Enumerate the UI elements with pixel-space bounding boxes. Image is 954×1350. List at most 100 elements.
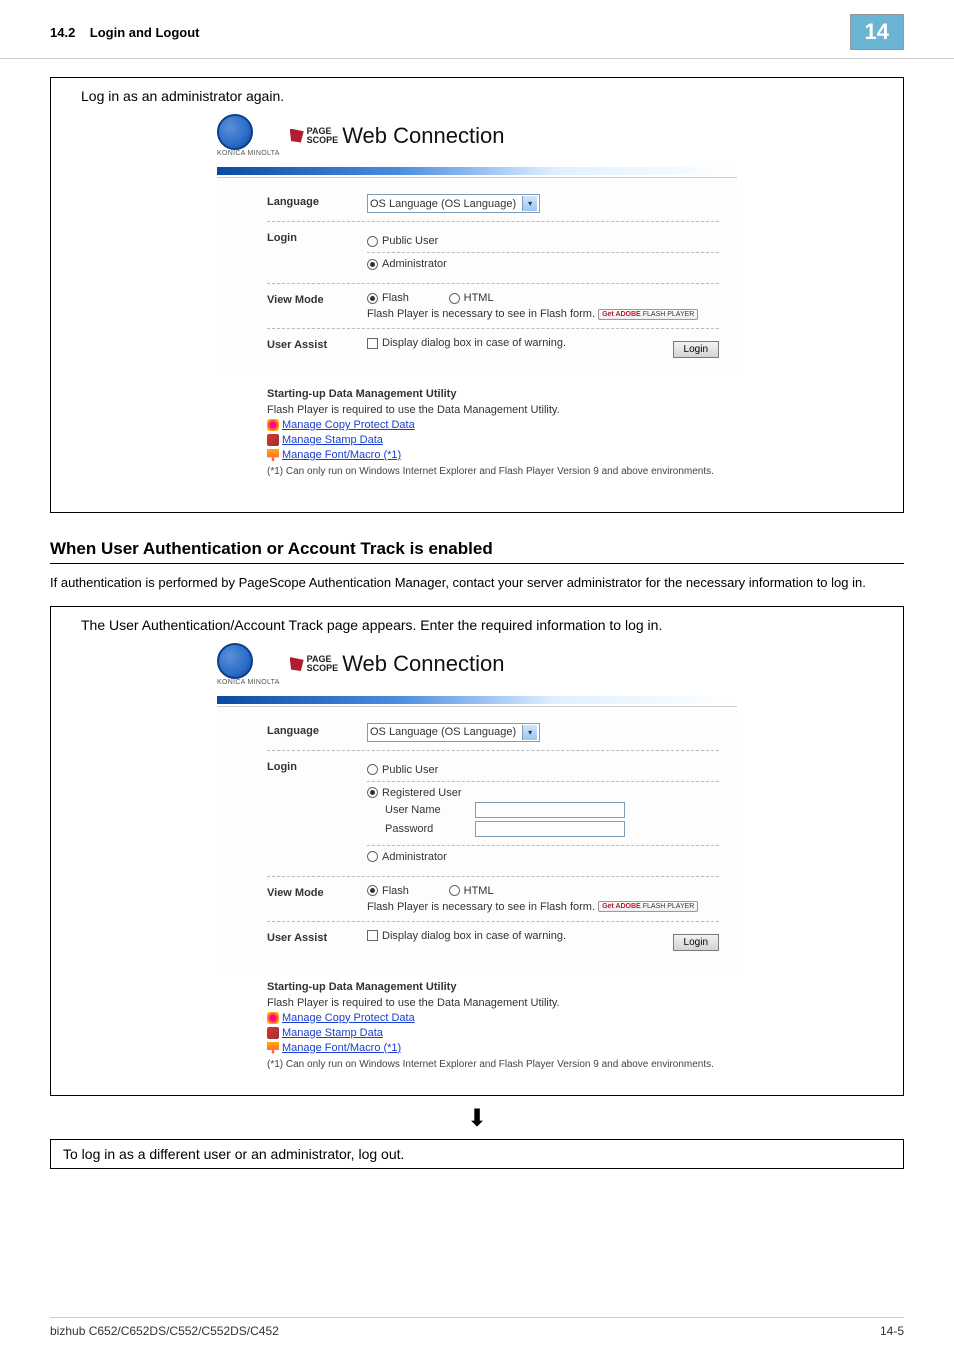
checkbox-icon <box>367 338 378 349</box>
public-user-option[interactable]: Public User <box>367 759 719 782</box>
user-assist-row: User Assist Display dialog box in case o… <box>267 329 719 366</box>
section-title: Login and Logout <box>90 25 200 40</box>
user-assist-label: User Assist <box>267 337 367 351</box>
brand-text: PAGESCOPE Web Connection <box>290 651 505 677</box>
form-block-2: Language OS Language (OS Language) ▾ Log… <box>217 707 737 969</box>
adobe-badge[interactable]: Get ADOBEFLASH PLAYER <box>598 309 698 320</box>
checkbox-icon <box>367 930 378 941</box>
admin-login-box: Log in as an administrator again. KONICA… <box>50 77 904 513</box>
gradient-bar <box>217 167 737 175</box>
wc-title: Web Connection <box>342 123 504 149</box>
link-stamp-data[interactable]: Manage Stamp Data <box>267 434 719 446</box>
radio-icon <box>367 293 378 304</box>
final-instruction-box: To log in as a different user or an admi… <box>50 1139 904 1169</box>
logo-icon <box>217 114 253 150</box>
web-connection-panel-1: KONICA MINOLTA PAGESCOPE Web Connection … <box>217 114 737 482</box>
section-number: 14.2 <box>50 25 75 40</box>
utility-desc: Flash Player is required to use the Data… <box>267 404 719 416</box>
login-button[interactable]: Login <box>673 341 719 358</box>
arrow-down-icon: ⬇ <box>50 1104 904 1133</box>
language-value: OS Language (OS Language) <box>370 198 516 210</box>
password-input[interactable] <box>475 821 625 837</box>
language-select[interactable]: OS Language (OS Language) ▾ <box>367 194 540 213</box>
page-footer: bizhub C652/C652DS/C552/C552DS/C452 14-5 <box>50 1317 904 1338</box>
language-label: Language <box>267 194 367 208</box>
link-copy-protect[interactable]: Manage Copy Protect Data <box>267 1012 719 1024</box>
login-label: Login <box>267 230 367 244</box>
radio-icon <box>367 851 378 862</box>
logo: KONICA MINOLTA <box>217 643 280 686</box>
language-label: Language <box>267 723 367 737</box>
content: Log in as an administrator again. KONICA… <box>0 59 954 1189</box>
chapter-badge: 14 <box>850 14 904 50</box>
stamp-icon <box>267 434 279 446</box>
link-font-macro[interactable]: Manage Font/Macro (*1) <box>267 449 719 461</box>
password-field: Password <box>385 821 719 837</box>
flash-option[interactable]: Flash <box>367 292 409 304</box>
user-assist-row: User Assist Display dialog box in case o… <box>267 922 719 959</box>
font-icon <box>267 1042 279 1054</box>
utility-footnote: (*1) Can only run on Windows Internet Ex… <box>267 1058 719 1071</box>
gradient-bar <box>217 696 737 704</box>
radio-icon <box>367 764 378 775</box>
html-option[interactable]: HTML <box>449 292 494 304</box>
view-mode-label: View Mode <box>267 292 367 306</box>
login-button[interactable]: Login <box>673 934 719 951</box>
copy-icon <box>267 419 279 431</box>
administrator-option[interactable]: Administrator <box>367 253 719 275</box>
form-block-1: Language OS Language (OS Language) ▾ Log… <box>217 178 737 376</box>
link-copy-protect[interactable]: Manage Copy Protect Data <box>267 419 719 431</box>
html-option[interactable]: HTML <box>449 885 494 897</box>
link-font-macro[interactable]: Manage Font/Macro (*1) <box>267 1042 719 1054</box>
public-user-option[interactable]: Public User <box>367 230 719 253</box>
utility-title: Starting-up Data Management Utility <box>267 388 719 400</box>
language-value: OS Language (OS Language) <box>370 726 516 738</box>
subheading: When User Authentication or Account Trac… <box>50 539 904 564</box>
adobe-badge[interactable]: Get ADOBEFLASH PLAYER <box>598 901 698 912</box>
chevron-down-icon: ▾ <box>522 196 537 211</box>
language-row: Language OS Language (OS Language) ▾ <box>267 715 719 751</box>
radio-icon <box>449 293 460 304</box>
login-label: Login <box>267 759 367 773</box>
flash-note: Flash Player is necessary to see in Flas… <box>367 308 719 320</box>
body-text: If authentication is performed by PageSc… <box>50 574 904 592</box>
user-assist-label: User Assist <box>267 930 367 944</box>
utility-footnote: (*1) Can only run on Windows Internet Ex… <box>267 465 719 478</box>
scope-icon: PAGESCOPE <box>290 655 339 673</box>
flash-note: Flash Player is necessary to see in Flas… <box>367 901 719 913</box>
radio-icon <box>367 885 378 896</box>
flash-option[interactable]: Flash <box>367 885 409 897</box>
login-row: Login Public User Registered User User N… <box>267 751 719 877</box>
radio-icon <box>367 236 378 247</box>
logo-icon <box>217 643 253 679</box>
font-icon <box>267 449 279 461</box>
registered-user-option[interactable]: Registered User User Name Password <box>367 782 719 846</box>
brand-row: KONICA MINOLTA PAGESCOPE Web Connection <box>217 114 737 157</box>
page-header: 14.2 Login and Logout 14 <box>0 0 954 59</box>
utility-block-1: Starting-up Data Management Utility Flas… <box>217 376 737 482</box>
radio-icon <box>367 787 378 798</box>
user-auth-box: The User Authentication/Account Track pa… <box>50 606 904 1096</box>
username-input[interactable] <box>475 802 625 818</box>
section-label: 14.2 Login and Logout <box>50 25 200 40</box>
logo: KONICA MINOLTA <box>217 114 280 157</box>
radio-icon <box>449 885 460 896</box>
login-row: Login Public User Administrator <box>267 222 719 284</box>
web-connection-panel-2: KONICA MINOLTA PAGESCOPE Web Connection … <box>217 643 737 1075</box>
scope-icon: PAGESCOPE <box>290 127 339 145</box>
display-dialog-option[interactable]: Display dialog box in case of warning. <box>367 930 566 942</box>
radio-icon <box>367 259 378 270</box>
username-field: User Name <box>385 802 719 818</box>
view-mode-label: View Mode <box>267 885 367 899</box>
copy-icon <box>267 1012 279 1024</box>
view-mode-row: View Mode Flash HTML Flash Player is nec… <box>267 284 719 329</box>
utility-title: Starting-up Data Management Utility <box>267 981 719 993</box>
utility-desc: Flash Player is required to use the Data… <box>267 997 719 1009</box>
administrator-option[interactable]: Administrator <box>367 846 719 868</box>
display-dialog-option[interactable]: Display dialog box in case of warning. <box>367 337 566 349</box>
link-stamp-data[interactable]: Manage Stamp Data <box>267 1027 719 1039</box>
stamp-icon <box>267 1027 279 1039</box>
language-select[interactable]: OS Language (OS Language) ▾ <box>367 723 540 742</box>
view-mode-row: View Mode Flash HTML Flash Player is nec… <box>267 877 719 922</box>
logo-subtext: KONICA MINOLTA <box>217 150 280 157</box>
